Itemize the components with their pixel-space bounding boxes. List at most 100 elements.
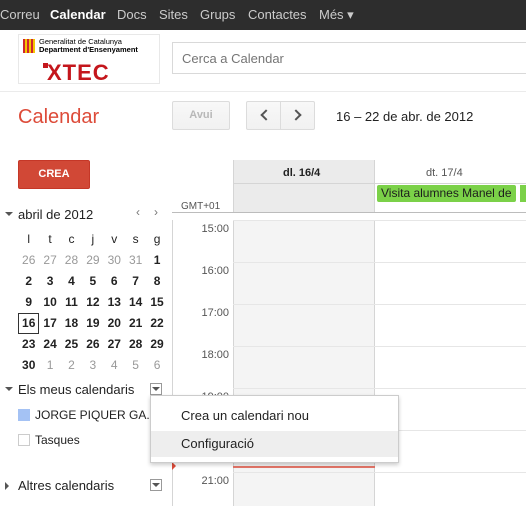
calendar-item-tasks[interactable]: Tasques — [35, 433, 80, 447]
chevron-left-icon — [260, 109, 272, 121]
mini-day[interactable]: 28 — [125, 334, 146, 355]
collapse-mini-calendar-icon[interactable] — [5, 212, 13, 216]
mini-day[interactable]: 20 — [104, 313, 125, 334]
mini-day[interactable]: 30 — [104, 250, 125, 271]
top-navigation-bar: Correu Calendar Docs Sites Grups Contact… — [0, 0, 526, 30]
mini-day[interactable]: 6 — [104, 271, 125, 292]
mini-day[interactable]: 30 — [18, 355, 39, 376]
today-button[interactable]: Avui — [172, 101, 230, 130]
nav-groups[interactable]: Grups — [200, 7, 235, 22]
mini-prev-month-icon[interactable]: ‹ — [136, 205, 140, 219]
hour-line — [233, 388, 526, 389]
hour-label: 17:00 — [201, 307, 229, 319]
mini-day[interactable]: 28 — [61, 250, 82, 271]
search-input[interactable] — [173, 43, 526, 73]
next-period-button[interactable] — [280, 101, 315, 130]
mini-day[interactable]: 26 — [82, 334, 103, 355]
nav-contacts[interactable]: Contactes — [248, 7, 307, 22]
event-chip-continued[interactable] — [520, 185, 526, 202]
nav-more[interactable]: Més ▾ — [319, 7, 354, 23]
hour-grid: 15:0016:0017:0018:0019:0020:0021:00 — [172, 220, 526, 506]
xtec-logo[interactable]: Generalitat de Catalunya Department d'En… — [18, 34, 160, 85]
mini-next-month-icon[interactable]: › — [154, 205, 158, 219]
mini-day[interactable]: 23 — [18, 334, 39, 355]
mini-day[interactable]: 8 — [146, 271, 167, 292]
collapse-my-calendars-icon[interactable] — [5, 387, 13, 391]
mini-day[interactable]: 1 — [39, 355, 60, 376]
tasks-color-swatch[interactable] — [18, 434, 30, 446]
mini-day[interactable]: 1 — [146, 250, 167, 271]
mini-week-row: 2345678 — [18, 271, 168, 292]
mini-day[interactable]: 21 — [125, 313, 146, 334]
mini-week-row: 23 24 25 26 27 28 29 — [18, 334, 168, 355]
mini-day[interactable]: 16 — [18, 313, 40, 334]
mini-day[interactable]: 17 — [39, 313, 60, 334]
mini-day[interactable]: 29 — [82, 250, 103, 271]
mini-day[interactable]: 24 — [39, 334, 60, 355]
nav-sites[interactable]: Sites — [159, 7, 188, 22]
logo-brand: XTEC — [47, 60, 110, 85]
create-event-button[interactable]: CREA — [18, 160, 90, 189]
hour-label: 16:00 — [201, 265, 229, 277]
timezone-label: GMT+01 — [181, 201, 221, 212]
mini-day[interactable]: 3 — [39, 271, 60, 292]
mini-week-row: 30 1 2 3 4 5 6 — [18, 355, 168, 376]
mini-day[interactable]: 27 — [39, 250, 60, 271]
nav-calendar[interactable]: Calendar — [50, 7, 106, 22]
mini-day[interactable]: 29 — [146, 334, 167, 355]
my-calendars-menu-button[interactable] — [150, 383, 162, 395]
mini-day[interactable]: 4 — [61, 271, 82, 292]
nav-docs[interactable]: Docs — [117, 7, 147, 22]
mini-day[interactable]: 11 — [61, 292, 82, 313]
mini-day[interactable]: 22 — [146, 313, 167, 334]
calendar-options-menu: Crea un calendari nou Configuració — [150, 395, 399, 463]
other-calendars-menu-button[interactable] — [150, 479, 162, 491]
mini-day[interactable]: 5 — [125, 355, 146, 376]
mini-day[interactable]: 26 — [18, 250, 39, 271]
mini-day[interactable]: 4 — [104, 355, 125, 376]
event-chip[interactable]: Visita alumnes Manel de — [377, 185, 516, 202]
mini-calendar-title[interactable]: abril de 2012 — [18, 207, 93, 222]
mini-day[interactable]: 10 — [39, 292, 60, 313]
mini-day[interactable]: 9 — [18, 292, 39, 313]
mini-day[interactable]: 7 — [125, 271, 146, 292]
mini-day[interactable]: 18 — [61, 313, 82, 334]
mini-day[interactable]: 15 — [146, 292, 167, 313]
mini-day[interactable]: 31 — [125, 250, 146, 271]
mini-day[interactable]: 2 — [61, 355, 82, 376]
other-calendars-title[interactable]: Altres calendaris — [18, 478, 114, 493]
hour-line — [233, 220, 526, 221]
mini-weekday-row: l t c j vsg — [18, 229, 168, 250]
mini-day[interactable]: 5 — [82, 271, 103, 292]
calendar-color-swatch[interactable] — [18, 409, 30, 421]
mini-week-row: 16 17 18 19 20 21 22 — [18, 313, 168, 334]
mini-weekday-label: v — [111, 232, 118, 246]
mini-day[interactable]: 6 — [146, 355, 167, 376]
chevron-right-icon — [290, 109, 302, 121]
mini-day[interactable]: 12 — [82, 292, 103, 313]
mini-day[interactable]: 25 — [61, 334, 82, 355]
hour-line — [233, 346, 526, 347]
menu-item-settings[interactable]: Configuració — [151, 431, 398, 457]
nav-mail[interactable]: Correu — [0, 7, 40, 22]
header-divider — [0, 91, 526, 92]
day-header-tuesday[interactable]: dt. 17/4 — [426, 167, 463, 179]
mini-week-row: 26 27 28 29 30 31 1 — [18, 250, 168, 271]
expand-other-calendars-icon[interactable] — [5, 482, 9, 490]
my-calendars-title[interactable]: Els meus calendaris — [18, 382, 134, 397]
menu-item-create-calendar[interactable]: Crea un calendari nou — [151, 403, 398, 429]
search-box — [172, 42, 526, 74]
mini-day[interactable]: 3 — [82, 355, 103, 376]
day-header-monday[interactable]: dl. 16/4 — [283, 167, 320, 179]
mini-day[interactable]: 19 — [82, 313, 103, 334]
mini-day[interactable]: 13 — [104, 292, 125, 313]
previous-period-button[interactable] — [246, 101, 281, 130]
logo-line-2: Department d'Ensenyament — [39, 45, 138, 54]
dropdown-arrow-icon — [152, 483, 160, 487]
calendar-item-primary[interactable]: JORGE PIQUER GA... — [35, 408, 156, 422]
mini-day[interactable]: 14 — [125, 292, 146, 313]
dropdown-arrow-icon — [152, 387, 160, 391]
mini-day[interactable]: 27 — [104, 334, 125, 355]
mini-day[interactable]: 2 — [18, 271, 39, 292]
all-day-bottom-border — [172, 212, 526, 213]
